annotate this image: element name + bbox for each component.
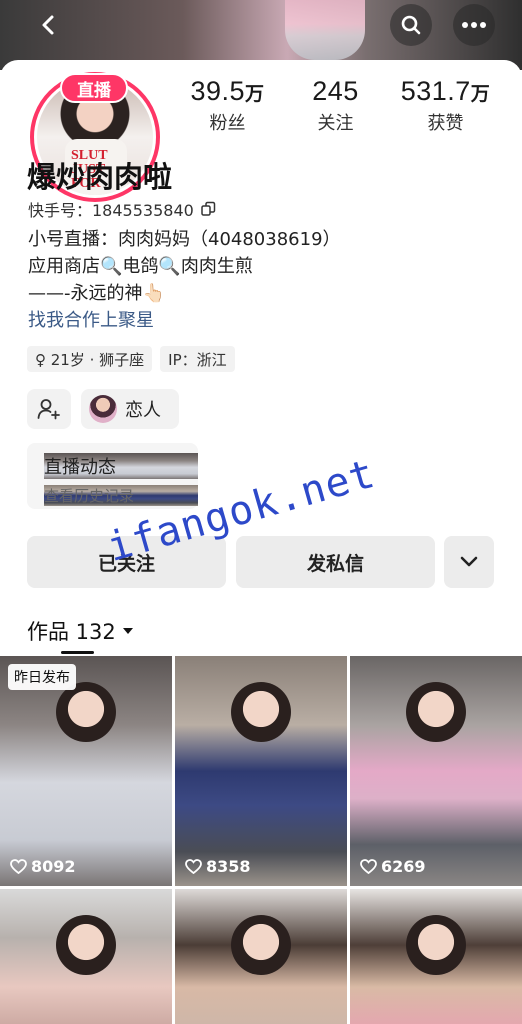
fans-number: 39.5 — [190, 76, 246, 106]
live-badge[interactable]: 直播 — [60, 73, 128, 103]
fans-label: 粉丝 — [209, 113, 246, 134]
back-button[interactable] — [28, 4, 70, 46]
heart-icon — [185, 859, 202, 874]
like-count-value: 8358 — [206, 857, 251, 876]
more-actions-button[interactable] — [444, 536, 494, 588]
video-tile[interactable]: 6269 — [350, 656, 522, 886]
video-thumbnail — [231, 915, 291, 975]
heart-icon — [10, 859, 27, 874]
cover-photo-detail — [285, 0, 365, 60]
bio-line: ——-永远的神👆🏻 — [28, 283, 165, 304]
works-label: 作品 132 — [27, 620, 116, 644]
likes-label: 获赞 — [427, 113, 464, 134]
search-button[interactable] — [390, 4, 432, 46]
more-horizontal-icon — [462, 22, 486, 28]
kuaishou-id-row: 快手号：1845535840 — [28, 197, 216, 221]
like-count: 8092 — [10, 857, 76, 876]
video-tile[interactable] — [175, 889, 347, 1024]
message-button[interactable]: 发私信 — [236, 536, 435, 588]
like-count: 8358 — [185, 857, 251, 876]
stat-likes: 531.7万 获赞 — [398, 76, 493, 135]
lover-button[interactable]: 恋人 — [81, 389, 179, 429]
stat-fans[interactable]: 39.5万 粉丝 — [185, 76, 270, 135]
caret-down-icon — [122, 628, 133, 634]
following-number: 245 — [312, 76, 359, 106]
business-link[interactable]: 找我合作上聚星 — [28, 307, 341, 334]
following-label: 关注 — [317, 113, 354, 134]
kuaishou-id: 快手号：1845535840 — [28, 201, 194, 220]
likes-number: 531.7 — [400, 76, 471, 106]
bio-line: 小号直播：肉肉妈妈（4048038619） — [28, 229, 341, 250]
video-thumbnail — [56, 915, 116, 975]
video-tile[interactable] — [0, 889, 172, 1024]
copy-icon[interactable] — [200, 201, 216, 217]
recent-badge: 昨日发布 — [8, 664, 76, 690]
profile-tags: ♀ 21岁 · 狮子座 IP：浙江 — [27, 346, 235, 372]
video-thumbnail — [406, 682, 466, 742]
video-tile[interactable]: 昨日发布 8092 — [0, 656, 172, 886]
works-grid: 昨日发布 8092 8358 6269 — [0, 656, 522, 1024]
live-card-title: 直播动态 — [44, 453, 198, 479]
works-tab-indicator — [61, 651, 94, 654]
live-history-card[interactable]: 直播动态 查看历史记录 — [27, 443, 198, 509]
lover-label: 恋人 — [125, 400, 161, 421]
fans-unit: 万 — [245, 84, 265, 105]
chevron-left-icon — [42, 15, 54, 35]
stat-following[interactable]: 245 关注 — [293, 76, 378, 135]
profile-name: 爆炒肉肉啦 — [27, 160, 173, 194]
age-tag: ♀ 21岁 · 狮子座 — [27, 346, 153, 372]
likes-unit: 万 — [470, 84, 491, 105]
like-count-value: 6269 — [381, 857, 426, 876]
heart-icon — [360, 859, 377, 874]
video-thumbnail — [231, 682, 291, 742]
like-count-value: 8092 — [31, 857, 76, 876]
add-user-icon — [37, 399, 60, 420]
profile-sheet: SLUT JUST FOR 直播 39.5万 粉丝 245 关注 531.7万 … — [0, 60, 522, 1024]
video-thumbnail — [406, 915, 466, 975]
lover-avatar — [89, 395, 117, 423]
ip-tag: IP：浙江 — [160, 346, 235, 372]
video-thumbnail — [56, 682, 116, 742]
video-tile[interactable] — [350, 889, 522, 1024]
bio-line: 应用商店🔍电鸽🔍肉肉生煎 — [28, 256, 253, 277]
more-button[interactable] — [453, 4, 495, 46]
like-count: 6269 — [360, 857, 426, 876]
video-tile[interactable]: 8358 — [175, 656, 347, 886]
add-friend-button[interactable] — [27, 389, 71, 429]
works-tab[interactable]: 作品 132 — [27, 616, 134, 646]
chevron-down-icon — [460, 556, 478, 567]
search-icon — [401, 15, 421, 35]
bio: 小号直播：肉肉妈妈（4048038619） 应用商店🔍电鸽🔍肉肉生煎 ——-永远… — [28, 226, 341, 334]
live-card-subtitle: 查看历史记录 — [44, 485, 198, 506]
